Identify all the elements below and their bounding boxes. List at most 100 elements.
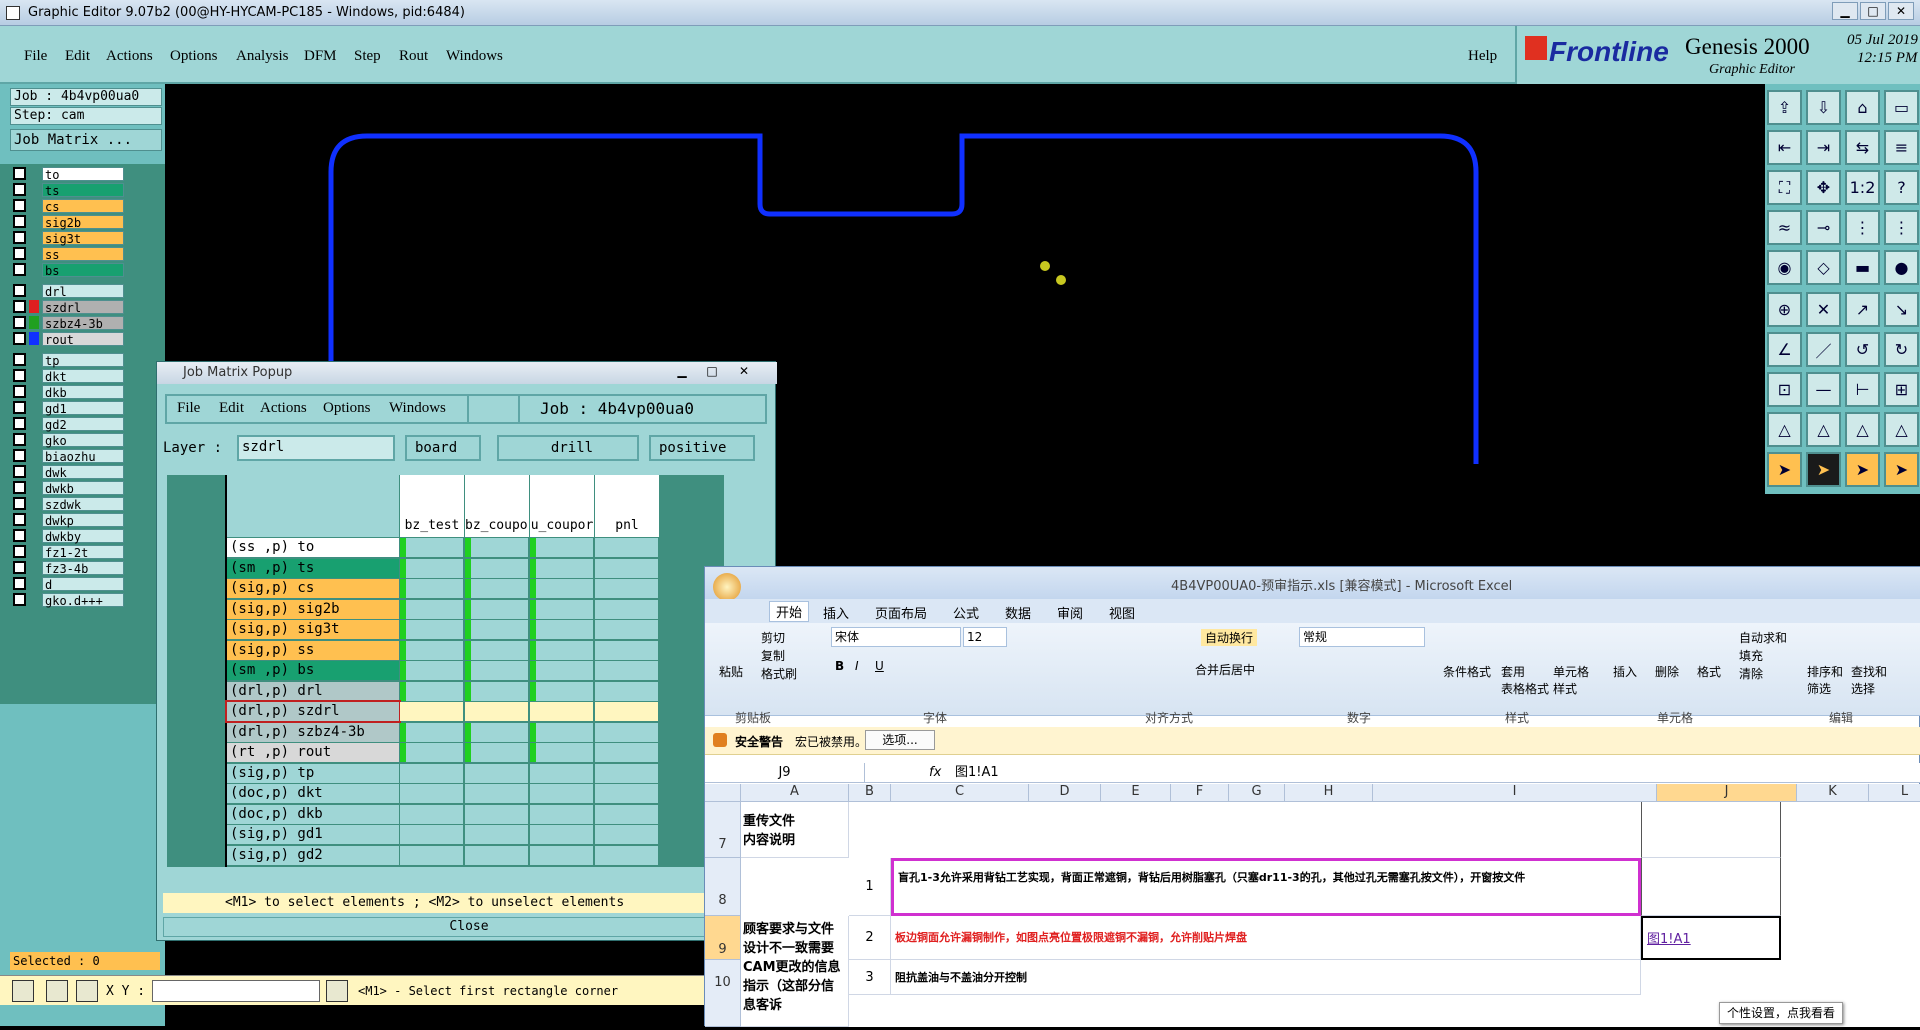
dash-icon[interactable]: — [1806,372,1841,407]
layer-name[interactable]: to [42,166,124,182]
matrix-cell[interactable] [400,722,463,742]
layer-name[interactable]: bs [42,262,124,278]
layer-name[interactable]: sig3t [42,230,124,246]
cell-b8[interactable]: 1 [849,858,891,916]
matrix-cell[interactable] [595,599,658,619]
matrix-cell[interactable] [530,763,593,783]
layer-color-swatch[interactable] [29,561,39,574]
layer-checkbox[interactable] [13,417,26,430]
window-icon[interactable]: ▭ [1884,90,1919,125]
cell-style-button[interactable]: 单元格 样式 [1553,663,1589,697]
layer-color-swatch[interactable] [29,433,39,446]
layer-name[interactable]: ss [42,246,124,262]
popup-menu-edit[interactable]: Edit [219,400,244,417]
matrix-layer-label[interactable]: (sig,p) gd1 [227,825,399,844]
insert-cells-button[interactable]: 插入 [1613,663,1637,680]
find-select-button[interactable]: 查找和 选择 [1851,663,1887,697]
layer-color-swatch[interactable] [29,332,39,345]
fit-icon[interactable]: ⛶ [1767,170,1802,205]
popup-close-action[interactable]: Close [163,917,775,937]
layer-name[interactable]: fz1-2t [42,544,124,560]
matrix-cell[interactable] [400,558,463,578]
menu-windows[interactable]: Windows [446,48,503,65]
export-icon[interactable]: ⇥ [1806,130,1841,165]
arrow-se-icon[interactable]: ↘ [1884,292,1919,327]
matrix-layer-label[interactable]: (ss ,p) to [227,538,399,557]
column-header[interactable]: J [1657,784,1797,802]
layer-color-swatch[interactable] [29,513,39,526]
layer-row[interactable]: sig2b [13,214,124,230]
layer-color-swatch[interactable] [29,465,39,478]
clear-button[interactable]: 清除 [1739,665,1763,682]
matrix-layer-label[interactable]: (sm ,p) bs [227,661,399,680]
minimize-button[interactable]: ▁ [1832,2,1858,20]
layer-name[interactable]: biaozhu [42,448,124,464]
matrix-layer-label[interactable]: (doc,p) dkt [227,784,399,803]
matrix-cell[interactable] [595,579,658,598]
format-painter-button[interactable]: 格式刷 [761,665,797,682]
underline-button[interactable]: U [875,659,884,673]
matrix-layer-label[interactable]: (sig,p) sig3t [227,620,399,639]
layer-input[interactable]: szdrl [237,435,395,461]
menu-analysis[interactable]: Analysis [236,48,289,65]
menu-help[interactable]: Help [1468,48,1497,65]
layer-checkbox[interactable] [13,593,26,606]
layer-row[interactable]: fz1-2t [13,544,124,560]
line-icon[interactable]: ／ [1806,332,1841,367]
matrix-cell[interactable] [530,661,593,680]
cell-j7[interactable] [1641,802,1781,858]
column-header[interactable]: A [741,784,849,802]
matrix-cell[interactable] [530,599,593,619]
sort-filter-button[interactable]: 排序和 筛选 [1807,663,1843,697]
matrix-cell[interactable] [530,845,593,865]
popup-menu-file[interactable]: File [177,400,200,417]
layer-row[interactable]: gd2 [13,416,124,432]
layer-row[interactable]: gko [13,432,124,448]
select-tool-icon[interactable] [12,980,34,1002]
layer-row[interactable]: dwkb [13,480,124,496]
layer-color-swatch[interactable] [29,284,39,297]
layer-checkbox[interactable] [13,167,26,180]
layer-name[interactable]: drl [42,283,124,299]
menu-actions[interactable]: Actions [106,48,153,65]
context-dropdown[interactable]: board [405,435,481,461]
matrix-layer-label[interactable]: (drl,p) drl [227,681,399,701]
triangle-a-icon[interactable]: △ [1806,412,1841,447]
menu-edit[interactable]: Edit [65,48,90,65]
matrix-cell[interactable] [530,702,593,721]
layer-checkbox[interactable] [13,247,26,260]
layer-name[interactable]: fz3-4b [42,560,124,576]
tab-page-layout[interactable]: 页面布局 [875,603,927,622]
layer-row[interactable]: ss [13,246,124,262]
layer-name[interactable]: ts [42,182,124,198]
layer-color-swatch[interactable] [29,545,39,558]
matrix-layer-label[interactable]: (drl,p) szbz4-3b [227,722,399,742]
matrix-cell[interactable] [465,722,528,742]
bold-button[interactable]: B [835,659,844,673]
layer-name[interactable]: dkb [42,384,124,400]
layer-color-swatch[interactable] [29,215,39,228]
layer-name[interactable]: gko [42,432,124,448]
layer-checkbox[interactable] [13,353,26,366]
matrix-cell[interactable] [400,599,463,619]
matrix-cell[interactable] [530,804,593,824]
wrap-text-button[interactable]: 自动换行 [1201,629,1258,646]
matrix-cell[interactable] [465,825,528,844]
layer-checkbox[interactable] [13,561,26,574]
matrix-step-header[interactable]: pnl [595,475,659,537]
layer-checkbox[interactable] [13,284,26,297]
layer-row[interactable]: biaozhu [13,448,124,464]
delete-cells-button[interactable]: 删除 [1655,663,1679,680]
layer-checkbox[interactable] [13,316,26,329]
matrix-cell[interactable] [465,661,528,680]
matrix-cell[interactable] [530,620,593,639]
layer-color-swatch[interactable] [29,300,39,313]
matrix-cell[interactable] [465,558,528,578]
font-size-select[interactable]: 12 [963,627,1007,647]
layer-color-swatch[interactable] [29,529,39,542]
measure-icon[interactable]: ⊢ [1845,372,1880,407]
layer-checkbox[interactable] [13,465,26,478]
layer-name[interactable]: gko.d+++ [42,592,124,608]
column-header[interactable]: C [891,784,1029,802]
matrix-cell[interactable] [400,743,463,762]
